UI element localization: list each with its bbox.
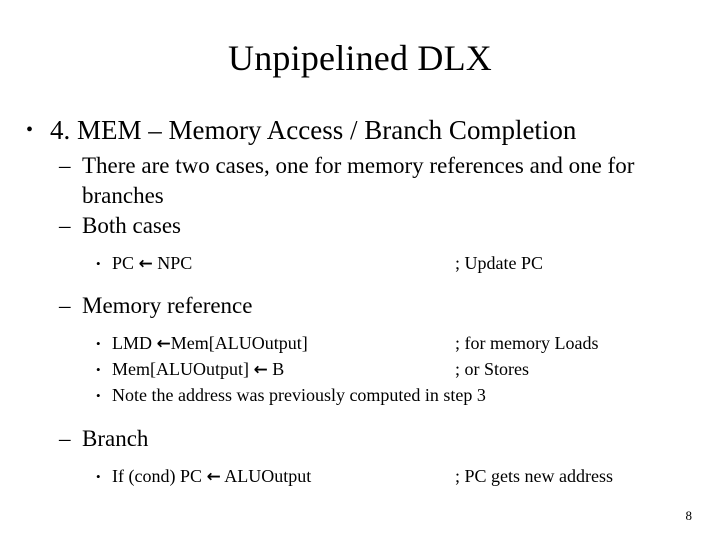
bullet-dot-icon: •: [96, 469, 101, 484]
code-text-before-arrow: Mem[ALUOutput]: [112, 359, 254, 379]
code-text-after-arrow: NPC: [152, 253, 193, 273]
code-line-pc-npc-comment: ; Update PC: [455, 253, 543, 273]
dash-marker-icon: –: [59, 426, 71, 451]
bullet-dot-icon: •: [96, 362, 101, 377]
dash-marker-icon: –: [59, 213, 71, 238]
bullet-dot-icon: •: [96, 336, 101, 351]
page-number: 8: [685, 508, 693, 523]
dash-marker-icon: –: [59, 153, 71, 178]
code-text-before-arrow: PC: [112, 253, 139, 273]
bullet-level2-both-cases: – Both cases: [0, 211, 720, 241]
code-line-lmd-mem-code: LMD ←Mem[ALUOutput]: [112, 331, 308, 357]
bullet-level2-memory-reference: – Memory reference: [0, 291, 720, 321]
code-line-lmd-mem: • LMD ←Mem[ALUOutput] ; for memory Loads: [0, 331, 720, 357]
bullet-level2-branch: – Branch: [0, 424, 720, 454]
code-text-before-arrow: LMD: [112, 333, 157, 353]
code-line-branch-cond-comment: ; PC gets new address: [455, 466, 613, 486]
page-title: Unpipelined DLX: [0, 36, 720, 80]
bullet-level2-two-cases: – There are two cases, one for memory re…: [0, 151, 720, 211]
bullet-level1-text: 4. MEM – Memory Access / Branch Completi…: [50, 115, 577, 145]
code-line-mem-b-comment: ; or Stores: [455, 359, 529, 379]
left-arrow-icon: ←: [156, 334, 171, 354]
bullet-level2-two-cases-text: There are two cases, one for memory refe…: [82, 153, 635, 208]
code-line-branch-cond-code: If (cond) PC ← ALUOutput: [112, 464, 311, 490]
bullet-dot-icon: •: [26, 119, 34, 141]
code-line-note-text: Note the address was previously computed…: [112, 385, 486, 405]
left-arrow-icon: ←: [206, 467, 221, 487]
left-arrow-icon: ←: [253, 360, 268, 380]
bullet-level2-both-cases-text: Both cases: [82, 213, 182, 238]
bullet-level2-branch-text: Branch: [82, 426, 149, 451]
bullet-level2-memory-reference-text: Memory reference: [82, 293, 253, 318]
bullet-dot-icon: •: [96, 388, 101, 403]
dash-marker-icon: –: [59, 293, 71, 318]
code-line-lmd-mem-comment: ; for memory Loads: [455, 333, 599, 353]
code-line-branch-cond: • If (cond) PC ← ALUOutput ; PC gets new…: [0, 464, 720, 490]
code-line-pc-npc-code: PC ← NPC: [112, 251, 192, 277]
code-text-after-arrow: Mem[ALUOutput]: [170, 333, 308, 353]
page-title-text: Unpipelined DLX: [228, 38, 492, 78]
bullet-dot-icon: •: [96, 256, 101, 271]
bullet-level1-mem: • 4. MEM – Memory Access / Branch Comple…: [0, 113, 720, 147]
code-line-mem-b-code: Mem[ALUOutput] ← B: [112, 357, 284, 383]
code-line-mem-b: • Mem[ALUOutput] ← B ; or Stores: [0, 357, 720, 383]
code-line-note: • Note the address was previously comput…: [0, 383, 720, 408]
code-line-pc-npc: • PC ← NPC ; Update PC: [0, 251, 720, 277]
slide-body: • 4. MEM – Memory Access / Branch Comple…: [0, 113, 720, 490]
left-arrow-icon: ←: [138, 254, 153, 274]
code-text-before-arrow: If (cond) PC: [112, 466, 207, 486]
code-text-after-arrow: ALUOutput: [220, 466, 312, 486]
code-text-after-arrow: B: [267, 359, 285, 379]
slide: Unpipelined DLX • 4. MEM – Memory Access…: [0, 0, 720, 540]
